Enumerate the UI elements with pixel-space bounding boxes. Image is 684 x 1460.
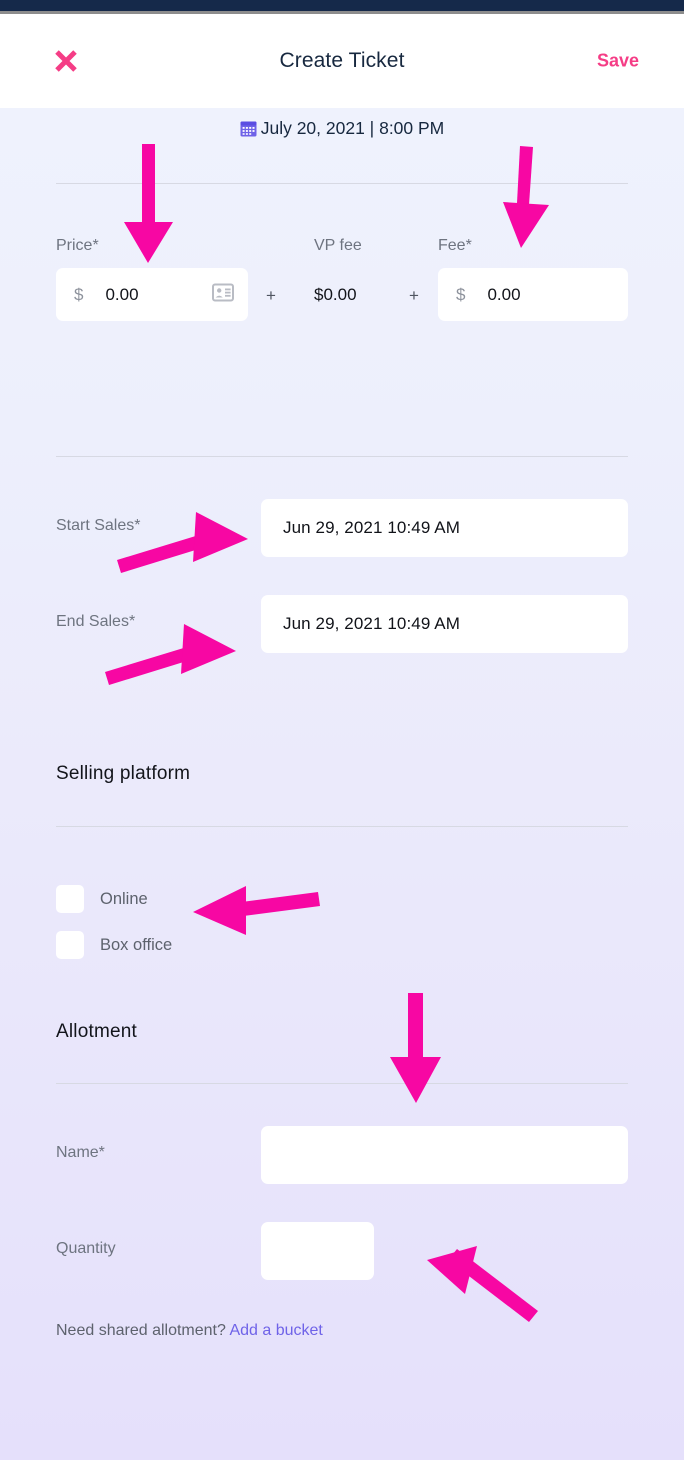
checkbox-row-online[interactable]: Online	[56, 885, 148, 913]
price-label: Price*	[56, 237, 99, 254]
allotment-name-input[interactable]	[261, 1126, 628, 1184]
vp-fee-value: $0.00	[314, 285, 357, 304]
operator-plus-1: +	[266, 286, 276, 305]
start-sales-input[interactable]: Jun 29, 2021 10:49 AM	[261, 499, 628, 557]
price-currency-symbol: $	[74, 284, 84, 304]
calendar-icon	[240, 120, 257, 142]
calendar-icon-glyph	[240, 121, 257, 137]
price-value: 0.00	[105, 284, 139, 304]
operator-plus-2: +	[409, 286, 419, 305]
page-title: Create Ticket	[279, 49, 405, 72]
end-sales-input[interactable]: Jun 29, 2021 10:49 AM	[261, 595, 628, 653]
allotment-name-label: Name*	[56, 1144, 105, 1161]
allotment-quantity-label: Quantity	[56, 1240, 116, 1257]
checkbox-box-office[interactable]	[56, 931, 84, 959]
checkbox-row-box-office[interactable]: Box office	[56, 931, 172, 959]
app-screen: Create Ticket Save July 20, 2021 | 8:00 …	[0, 0, 684, 1460]
id-card-icon-glyph	[212, 283, 234, 301]
end-sales-value: Jun 29, 2021 10:49 AM	[283, 614, 460, 633]
fee-input[interactable]: $ 0.00	[438, 268, 628, 321]
selling-platform-title: Selling platform	[56, 763, 191, 784]
fee-label: Fee*	[438, 237, 472, 254]
status-bar	[0, 0, 684, 11]
divider-allotment	[56, 1083, 628, 1084]
save-button[interactable]: Save	[597, 51, 639, 72]
shared-allotment-prompt: Need shared allotment?	[56, 1322, 226, 1339]
fee-currency-symbol: $	[456, 284, 466, 304]
form-body: July 20, 2021 | 8:00 PM Price* VP fee Fe…	[0, 108, 684, 1460]
event-datetime: July 20, 2021 | 8:00 PM	[0, 118, 684, 142]
checkbox-box-office-label: Box office	[100, 935, 173, 954]
add-a-bucket-link[interactable]: Add a bucket	[229, 1322, 322, 1339]
checkbox-online[interactable]	[56, 885, 84, 913]
end-sales-label: End Sales*	[56, 613, 136, 630]
price-input[interactable]: $ 0.00	[56, 268, 248, 321]
allotment-title: Allotment	[56, 1021, 138, 1042]
start-sales-value: Jun 29, 2021 10:49 AM	[283, 518, 460, 537]
event-datetime-text: July 20, 2021 | 8:00 PM	[260, 118, 445, 138]
divider-pricing	[56, 183, 628, 184]
divider-sales	[56, 456, 628, 457]
id-card-icon[interactable]	[212, 283, 234, 306]
checkbox-online-label: Online	[100, 889, 148, 908]
app-header: Create Ticket Save	[0, 14, 684, 108]
vp-fee-label: VP fee	[314, 237, 362, 254]
divider-selling-platform	[56, 826, 628, 827]
fee-value: 0.00	[487, 284, 521, 304]
shared-allotment-helper: Need shared allotment? Add a bucket	[56, 1322, 323, 1340]
start-sales-label: Start Sales*	[56, 517, 141, 534]
allotment-quantity-input[interactable]	[261, 1222, 374, 1280]
